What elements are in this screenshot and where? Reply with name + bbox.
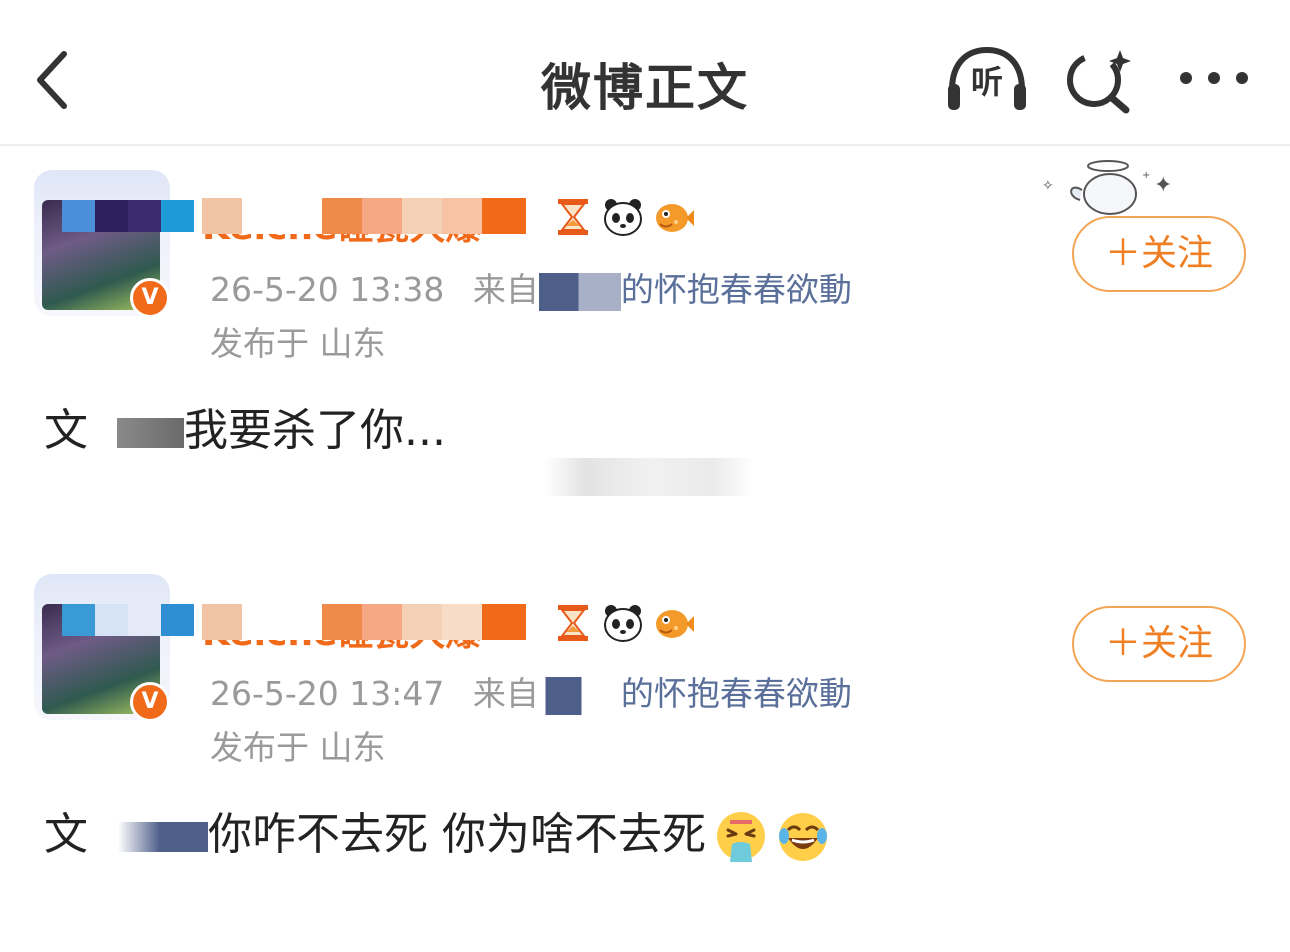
search-button[interactable] (1064, 44, 1136, 114)
username-row: Kelche碰瓷大爆 (202, 196, 722, 248)
panda-icon (604, 199, 642, 236)
pufferfish-icon (656, 204, 694, 232)
mention-censor-mosaic (88, 822, 208, 852)
more-button[interactable] (1176, 56, 1252, 100)
angel-doodle-icon: ✧ ✦ + (1042, 160, 1172, 215)
svg-text:+: + (1142, 170, 1150, 181)
mention-prefix[interactable]: 文 (44, 405, 88, 456)
hourglass-icon (558, 605, 588, 641)
verified-badge-icon: V (130, 278, 170, 318)
svg-text:✦: ✦ (1154, 173, 1172, 198)
timestamp: 26-5-20 13:38 (210, 270, 445, 309)
more-dots-icon (1180, 72, 1248, 84)
source-link[interactable]: 的怀抱春春欲動 (621, 270, 852, 309)
meta-line: 26-5-20 13:38 来自 的怀抱春春欲動 (210, 270, 852, 311)
panda-icon (604, 605, 642, 642)
username-censor-mosaic (202, 604, 526, 640)
source-link[interactable]: 的怀抱春春欲動 (621, 674, 852, 713)
listen-label: 听 (970, 63, 1003, 101)
source-censor-mosaic (538, 676, 621, 715)
avatar[interactable]: V (34, 170, 194, 318)
comment-text: 我要杀了你... (184, 405, 446, 456)
mention-prefix[interactable]: 文 (44, 809, 88, 860)
user-badges (552, 602, 694, 644)
laughing-tears-emoji-icon (779, 813, 827, 861)
location: 发布于 山东 (210, 728, 386, 767)
vomit-emoji-icon (717, 812, 765, 862)
follow-button[interactable]: ＋关注 (1072, 216, 1246, 292)
timestamp: 26-5-20 13:47 (210, 674, 445, 713)
pufferfish-icon (656, 610, 694, 638)
avatar-censor-mosaic (62, 604, 194, 636)
meta-line: 26-5-20 13:47 来自 的怀抱春春欲動 (210, 674, 852, 715)
comment-text: 你咋不去死 你为啥不去死 (208, 809, 706, 860)
user-badges (552, 196, 694, 238)
comment-text-row: 文 你咋不去死 你为啥不去死 (44, 808, 830, 864)
listen-button[interactable]: 听 (944, 44, 1030, 114)
blurred-region (544, 458, 754, 496)
svg-text:✧: ✧ (1042, 178, 1054, 194)
username-censor-mosaic (202, 198, 526, 234)
follow-button[interactable]: ＋关注 (1072, 606, 1246, 682)
location: 发布于 山东 (210, 324, 386, 363)
avatar[interactable]: V (34, 574, 194, 722)
avatar-censor-mosaic (62, 200, 194, 232)
verified-badge-icon: V (130, 682, 170, 722)
username-row: Kelche碰瓷大爆 (202, 602, 722, 654)
top-navbar: 微博正文 听 (0, 0, 1290, 146)
source-prefix: 来自 (472, 270, 539, 309)
search-sparkle-icon (1067, 50, 1131, 114)
comment-text-row: 文 我要杀了你... (44, 404, 446, 458)
source-prefix: 来自 (472, 674, 539, 713)
mention-censor-mosaic (88, 418, 184, 448)
hourglass-icon (558, 199, 588, 235)
source-censor-mosaic (538, 272, 621, 311)
